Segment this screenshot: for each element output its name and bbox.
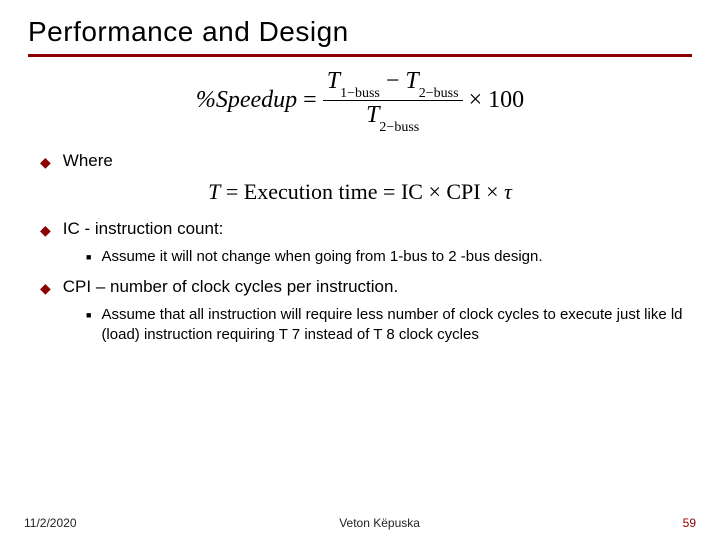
sub-bullet-icon: ■ [86, 305, 91, 325]
footer-date: 11/2/2020 [24, 516, 77, 530]
bullet-cpi: ◆ CPI – number of clock cycles per instr… [40, 277, 692, 299]
hundred: 100 [488, 87, 524, 114]
title-rule [28, 54, 692, 57]
num-t1-sub: 1−buss [340, 86, 380, 101]
num-t1: T [327, 68, 340, 94]
formula-t: T = Execution time = IC × CPI × τ [28, 179, 692, 205]
slide-title: Performance and Design [28, 16, 692, 48]
den-t: T [366, 102, 379, 128]
bullet-ic: ◆ IC - instruction count: [40, 219, 692, 241]
bullet-where: ◆ Where [40, 151, 692, 173]
footer-author: Veton Këpuska [339, 516, 420, 530]
sub-bullet-text: Assume it will not change when going fro… [101, 247, 542, 267]
footer-page: 59 [683, 516, 696, 530]
minus-sign: − [386, 68, 400, 94]
sub-bullet-text: Assume that all instruction will require… [101, 305, 692, 346]
sub-bullet-ic: ■ Assume it will not change when going f… [86, 247, 692, 267]
den-t-sub: 2−buss [379, 120, 419, 135]
bullet-icon: ◆ [40, 151, 51, 173]
bullet-text: CPI – number of clock cycles per instruc… [63, 277, 398, 297]
times-sign: × [469, 87, 483, 114]
bullet-text: IC - instruction count: [63, 219, 224, 239]
bullet-icon: ◆ [40, 277, 51, 299]
sub-bullet-icon: ■ [86, 247, 91, 267]
sub-bullet-cpi: ■ Assume that all instruction will requi… [86, 305, 692, 346]
footer: 11/2/2020 Veton Këpuska 59 [0, 516, 720, 530]
bullet-text: Where [63, 151, 113, 171]
formula-lhs: %Speedup [196, 87, 297, 114]
fraction: T1−buss − T2−buss T2−buss [323, 69, 463, 133]
bullet-icon: ◆ [40, 219, 51, 241]
num-t2-sub: 2−buss [419, 86, 459, 101]
formula-speedup: %Speedup = T1−buss − T2−buss T2−buss × 1… [28, 69, 692, 133]
num-t2: T [405, 68, 418, 94]
equals-sign: = [303, 87, 317, 114]
